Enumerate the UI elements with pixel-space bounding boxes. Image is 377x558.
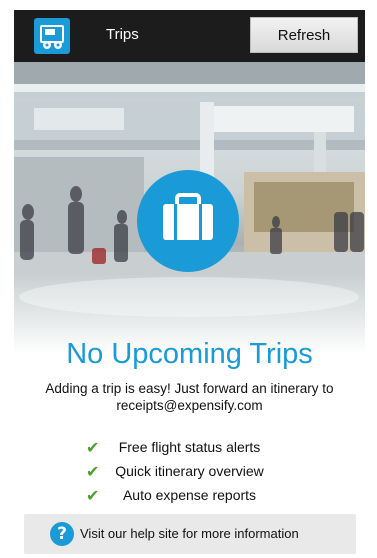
suitcase-icon <box>137 170 239 272</box>
help-link-text[interactable]: Visit our help site for more information <box>80 526 299 541</box>
feature-item: ✔ Quick itinerary overview <box>14 461 365 485</box>
feature-label: Quick itinerary overview <box>115 463 264 479</box>
empty-state-description: Adding a trip is easy! Just forward an i… <box>45 381 334 413</box>
refresh-button[interactable]: Refresh <box>250 17 358 53</box>
feature-label: Auto expense reports <box>122 487 257 503</box>
help-link-bar[interactable]: ? Visit our help site for more informati… <box>24 514 356 554</box>
help-question-icon: ? <box>50 522 74 546</box>
feature-item: ✔ Auto expense reports <box>14 485 365 509</box>
empty-state-headline: No Upcoming Trips <box>66 338 313 370</box>
feature-label: Free flight status alerts <box>118 439 261 455</box>
hero-image <box>14 62 365 354</box>
expensify-receipt-icon[interactable] <box>34 18 70 54</box>
feature-list: ✔ Free flight status alerts ✔ Quick itin… <box>14 437 365 509</box>
page-title: Trips <box>106 26 139 43</box>
feature-item: ✔ Free flight status alerts <box>14 437 365 461</box>
trips-screen: Trips Refresh No Upcoming Trips Adding a… <box>14 0 365 558</box>
top-bar: Trips Refresh <box>14 10 365 62</box>
